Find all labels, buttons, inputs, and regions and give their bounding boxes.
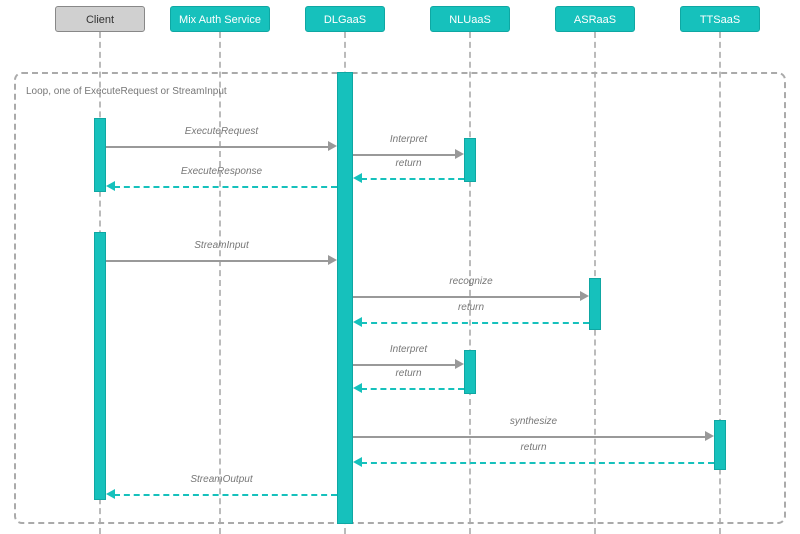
activation-asraas [589, 278, 601, 330]
msg-return-tts: return [353, 456, 714, 470]
arrow-head-icon [353, 317, 362, 327]
msg-return-nlu-1: return [353, 172, 464, 186]
msg-label: recognize [353, 276, 589, 287]
arrow-line-icon [106, 260, 329, 262]
msg-label: return [353, 368, 464, 379]
arrow-head-icon [580, 291, 589, 301]
arrow-head-icon [353, 173, 362, 183]
msg-label: StreamOutput [106, 474, 337, 485]
msg-return-nlu-2: return [353, 382, 464, 396]
msg-label: return [353, 442, 714, 453]
arrow-head-icon [353, 383, 362, 393]
arrow-head-icon [106, 181, 115, 191]
msg-label: ExecuteResponse [106, 166, 337, 177]
arrow-line-icon [361, 178, 464, 180]
arrow-line-icon [361, 388, 464, 390]
arrow-head-icon [353, 457, 362, 467]
arrow-head-icon [705, 431, 714, 441]
msg-stream-output: StreamOutput [106, 488, 337, 502]
arrow-head-icon [328, 255, 337, 265]
msg-return-asr: return [353, 316, 589, 330]
msg-label: StreamInput [106, 240, 337, 251]
activation-client-exec [94, 118, 106, 192]
participant-asraas: ASRaaS [555, 6, 635, 32]
msg-label: ExecuteRequest [106, 126, 337, 137]
arrow-line-icon [353, 154, 456, 156]
activation-nluaas-2 [464, 350, 476, 394]
participant-client: Client [55, 6, 145, 32]
msg-label: return [353, 302, 589, 313]
arrow-line-icon [361, 322, 589, 324]
arrow-head-icon [106, 489, 115, 499]
msg-execute-response: ExecuteResponse [106, 180, 337, 194]
participant-ttsaas: TTSaaS [680, 6, 760, 32]
participant-dlgaas: DLGaaS [305, 6, 385, 32]
activation-nluaas-1 [464, 138, 476, 182]
activation-ttsaas [714, 420, 726, 470]
arrow-line-icon [114, 494, 337, 496]
arrow-head-icon [328, 141, 337, 151]
participant-nluaas: NLUaaS [430, 6, 510, 32]
participant-mix-auth-service: Mix Auth Service [170, 6, 270, 32]
arrow-line-icon [361, 462, 714, 464]
msg-label: return [353, 158, 464, 169]
arrow-line-icon [106, 146, 329, 148]
msg-label: Interpret [353, 344, 464, 355]
msg-label: Interpret [353, 134, 464, 145]
loop-label: Loop, one of ExecuteRequest or StreamInp… [26, 86, 227, 97]
sequence-diagram: Client Mix Auth Service DLGaaS NLUaaS AS… [0, 0, 800, 534]
msg-execute-request: ExecuteRequest [106, 140, 337, 154]
arrow-line-icon [353, 296, 581, 298]
arrow-line-icon [353, 364, 456, 366]
msg-stream-input: StreamInput [106, 254, 337, 268]
activation-dlgaas [337, 72, 353, 524]
activation-client-stream [94, 232, 106, 500]
arrow-line-icon [353, 436, 706, 438]
arrow-line-icon [114, 186, 337, 188]
msg-label: synthesize [353, 416, 714, 427]
